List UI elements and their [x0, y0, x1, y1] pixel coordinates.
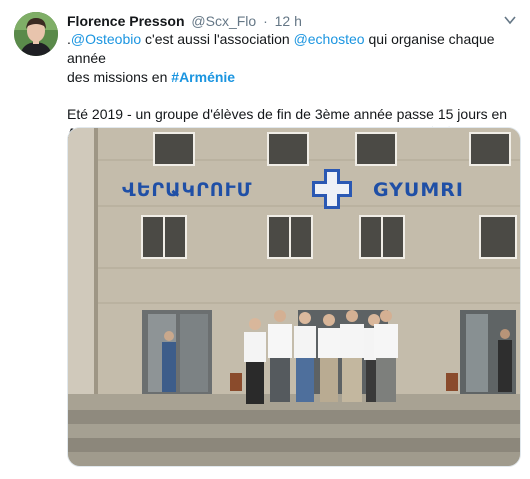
- tweet-photo[interactable]: ՎԵՐԱԿՐՈՒՄ GYUMRI: [67, 127, 521, 467]
- tweet-line-1: .@Osteobio c'est aussi l'association @ec…: [67, 30, 517, 68]
- avatar[interactable]: [14, 12, 58, 56]
- sign-left-text: ՎԵՐԱԿՐՈՒՄ: [122, 179, 252, 201]
- sign-right-text: GYUMRI: [373, 179, 464, 201]
- separator-dot: ·: [263, 13, 268, 29]
- tweet-line-3: Eté 2019 - un groupe d'élèves de fin de …: [67, 106, 508, 122]
- avatar-image: [14, 12, 58, 56]
- tweet-line-2: des missions en #Arménie: [67, 68, 517, 87]
- author-name[interactable]: Florence Presson: [67, 13, 185, 29]
- mention-echosteo[interactable]: @echosteo: [294, 31, 365, 47]
- hashtag-armenie[interactable]: #Arménie: [171, 69, 235, 85]
- tweet-timestamp[interactable]: 12 h: [275, 13, 302, 29]
- tweet-header: Florence Presson @Scx_Flo · 12 h: [67, 12, 302, 30]
- text-mid: c'est aussi l'association: [141, 31, 294, 47]
- chevron-down-icon[interactable]: [504, 15, 516, 25]
- author-handle[interactable]: @Scx_Flo: [191, 13, 256, 29]
- tweet-card[interactable]: Florence Presson @Scx_Flo · 12 h .@Osteo…: [0, 0, 530, 479]
- hospital-group-photo: ՎԵՐԱԿՐՈՒՄ GYUMRI: [68, 128, 520, 466]
- mention-osteobio[interactable]: @Osteobio: [71, 31, 141, 47]
- text-prefix-2: des missions en: [67, 69, 172, 85]
